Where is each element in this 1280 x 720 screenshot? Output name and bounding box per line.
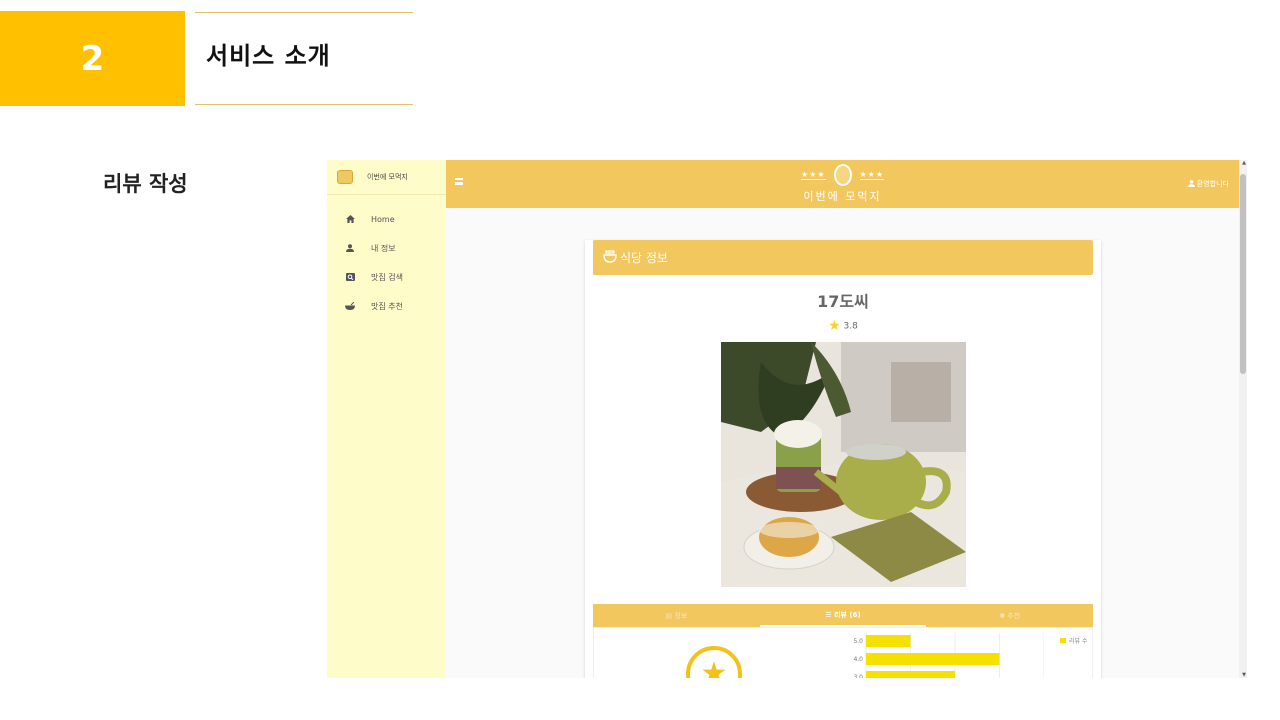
section-label: 리뷰 작성 [103,172,188,196]
tab-label: 추천 [1007,611,1021,620]
sidebar-item-search[interactable]: 맛집 검색 [327,263,446,292]
brand-logo-icon [337,170,353,184]
logo-face-icon [833,164,852,186]
scrollbar[interactable]: ▲ ▼ [1239,160,1247,678]
section-number-box: 2 [0,11,185,106]
chart-tick-label: 4.0 [853,656,863,663]
brand-name: 이번에 모먹지 [367,173,408,181]
restaurant-photo [721,342,966,587]
bowl-icon [345,301,355,312]
section-number: 2 [80,38,105,79]
scroll-up-icon[interactable]: ▲ [1242,160,1246,166]
tab-label: 리뷰 (6) [834,610,861,619]
chart-bar [866,635,911,647]
restaurant-info-title: 식당 정보 [620,251,668,265]
restaurant-name: 17도씨 [817,292,869,311]
restaurant-info-header: 식당 정보 [593,240,1093,275]
logo-stars-right: ★★★ [859,170,885,180]
tab-label: 정보 [674,611,688,620]
chart-bar [866,653,1000,665]
restaurant-icon [603,249,617,266]
list-icon: ☰ [825,610,835,619]
info-icon: ▤ [665,611,675,620]
chart-bar [866,671,955,678]
legend-swatch [1060,638,1066,643]
tab-info[interactable]: ▤ 정보 [593,604,760,627]
sidebar-item-my-info[interactable]: 내 정보 [327,234,446,263]
welcome-text: 환영합니다 [1196,180,1229,188]
slide-title: 서비스 소개 [206,42,331,70]
tab-reviews[interactable]: ☰ 리뷰 (6) [759,604,927,627]
scrollbar-thumb[interactable] [1240,174,1246,374]
title-top-rule [195,12,413,13]
reviews-panel: ★ 5.0 4.0 3.0 리뷰 수 [593,627,1093,678]
chart-legend: 리뷰 수 [1060,636,1087,645]
logo-text: 이번에 모먹지 [803,190,882,203]
person-icon [345,243,355,254]
sidebar-nav: Home 내 정보 맛집 검색 맛집 추천 [327,205,446,321]
sidebar-item-label: 맛집 검색 [371,273,403,282]
user-icon [1187,179,1195,189]
sidebar-brand[interactable]: 이번에 모먹지 [327,160,446,195]
legend-label: 리뷰 수 [1069,638,1088,645]
rating-value: 3.8 [843,321,858,332]
rating-star-badge-icon: ★ [686,646,742,678]
scroll-down-icon[interactable]: ▼ [1242,672,1246,678]
app-screenshot: 이번에 모먹지 Home 내 정보 맛집 검색 맛집 추천 ★★★ ★★★ 이번… [327,160,1247,678]
chart-tick-label: 3.0 [853,674,863,678]
star-icon: ★ [828,318,841,334]
top-bar: ★★★ ★★★ 이번에 모먹지 환영합니다 [446,160,1239,208]
recommend-icon: ✺ [999,611,1008,620]
sidebar-item-home[interactable]: Home [327,205,446,234]
welcome-link[interactable]: 환영합니다 [1187,179,1229,189]
restaurant-rating: ★ 3.8 [585,318,1101,334]
app-logo[interactable]: ★★★ ★★★ 이번에 모먹지 [446,164,1239,204]
sidebar: 이번에 모먹지 Home 내 정보 맛집 검색 맛집 추천 [327,160,446,678]
rating-distribution-chart: 5.0 4.0 3.0 [853,633,1044,678]
sidebar-item-label: 맛집 추천 [371,302,403,311]
logo-stars-left: ★★★ [800,170,826,180]
sidebar-item-label: 내 정보 [371,244,396,253]
search-icon [345,272,355,283]
sidebar-item-label: Home [371,215,395,224]
restaurant-card: 식당 정보 17도씨 ★ 3.8 ▤ 정보 ☰ 리뷰 (6) ✺ 추천 ★ 5.… [585,240,1101,678]
sidebar-item-recommend[interactable]: 맛집 추천 [327,292,446,321]
home-icon [345,214,355,225]
restaurant-tabs: ▤ 정보 ☰ 리뷰 (6) ✺ 추천 [593,604,1093,627]
tab-recommend[interactable]: ✺ 추천 [926,604,1093,627]
chart-tick-label: 5.0 [853,638,863,645]
title-bottom-rule [195,104,413,105]
